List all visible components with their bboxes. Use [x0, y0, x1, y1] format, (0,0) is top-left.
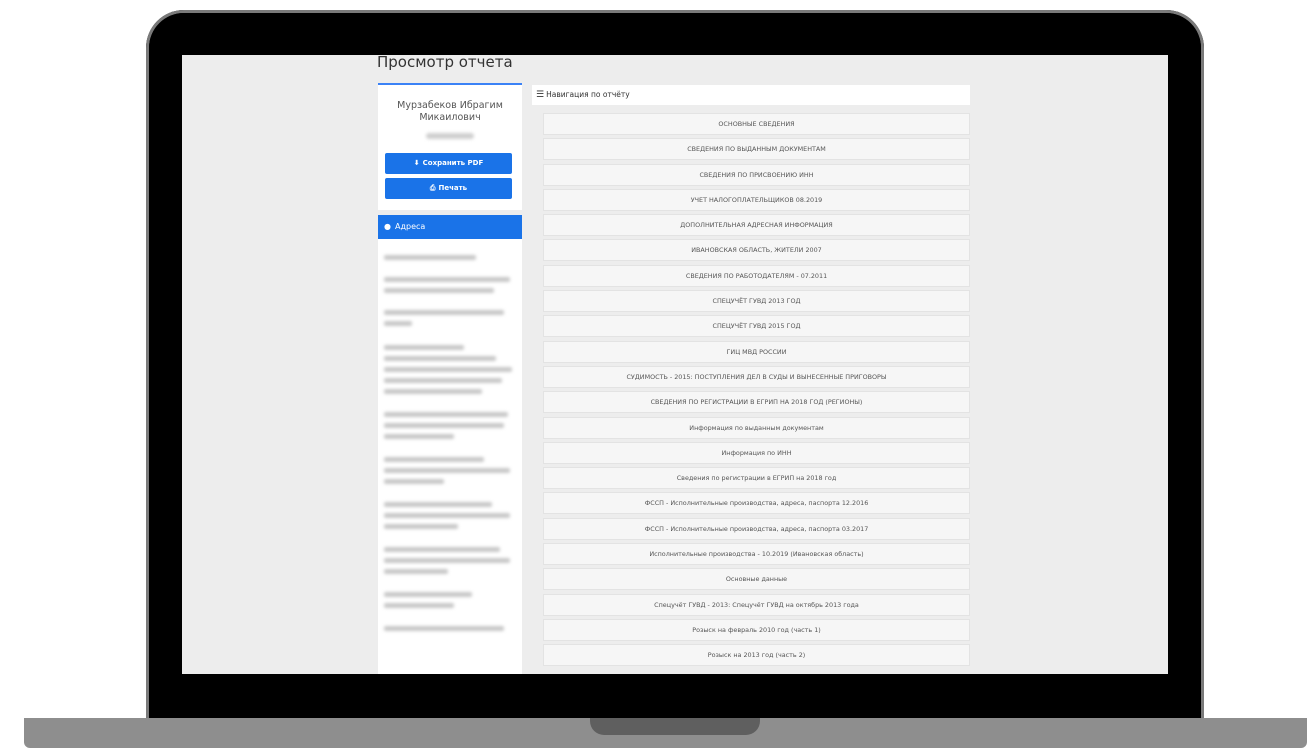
redacted-address — [384, 367, 512, 372]
redacted-address — [384, 255, 476, 260]
nav-item[interactable]: ИВАНОВСКАЯ ОБЛАСТЬ, ЖИТЕЛИ 2007 — [543, 239, 970, 262]
redacted-address — [384, 356, 496, 361]
nav-item[interactable]: СВЕДЕНИЯ ПО РАБОТОДАТЕЛЯМ - 07.2011 — [543, 264, 970, 287]
nav-item[interactable]: Розыск на 2013 год (часть 2) — [543, 644, 970, 667]
nav-item[interactable]: Информация по ИНН — [543, 441, 970, 464]
redacted-address — [384, 288, 494, 293]
print-button[interactable]: ⎙ Печать — [385, 178, 512, 199]
redacted-address — [384, 592, 472, 597]
nav-item[interactable]: СПЕЦУЧЁТ ГУВД 2013 ГОД — [543, 290, 970, 313]
nav-item[interactable]: Розыск на февраль 2010 год (часть 1) — [543, 618, 970, 641]
profile-card: Мурзабеков Ибрагим Микаилович ⬇ Сохранить… — [378, 83, 522, 210]
print-label: Печать — [438, 184, 468, 192]
nav-item[interactable]: СУДИМОСТЬ - 2015: ПОСТУПЛЕНИЯ ДЕЛ В СУДЫ… — [543, 365, 970, 388]
nav-item[interactable]: ФССП - Исполнительные производства, адре… — [543, 517, 970, 540]
redacted-address — [384, 468, 510, 473]
redacted-address — [384, 321, 412, 326]
bars-icon: ☰ — [536, 90, 545, 100]
navigation-header-label: Навигация по отчёту — [546, 90, 630, 99]
redacted-address — [384, 513, 510, 518]
nav-item[interactable]: ГИЦ МВД РОССИИ — [543, 340, 970, 363]
screen: Просмотр отчета Мурзабеков Ибрагим Микаи… — [182, 55, 1168, 674]
redacted-address — [384, 378, 502, 383]
page-title: Просмотр отчета — [377, 55, 513, 71]
redacted-address — [384, 479, 444, 484]
redacted-address — [384, 412, 508, 417]
nav-item[interactable]: СВЕДЕНИЯ ПО ПРИСВОЕНИЮ ИНН — [543, 163, 970, 186]
redacted-address — [384, 423, 504, 428]
nav-item[interactable]: Информация по выданным документам — [543, 416, 970, 439]
redacted-address — [384, 434, 454, 439]
printer-icon: ⎙ — [429, 184, 436, 192]
redacted-address — [384, 310, 504, 315]
nav-item[interactable]: СВЕДЕНИЯ ПО РЕГИСТРАЦИИ В ЕГРИП НА 2018 … — [543, 391, 970, 414]
redacted-address — [384, 524, 458, 529]
redacted-address — [384, 389, 482, 394]
save-pdf-label: Сохранить PDF — [422, 159, 484, 167]
save-pdf-button[interactable]: ⬇ Сохранить PDF — [385, 153, 512, 174]
redacted-birthdate — [426, 133, 474, 139]
redacted-address — [384, 558, 510, 563]
redacted-address — [384, 457, 484, 462]
nav-item[interactable]: Основные данные — [543, 568, 970, 591]
redacted-address — [384, 345, 464, 350]
nav-item[interactable]: Спецучёт ГУВД - 2013: Спецучёт ГУВД на о… — [543, 593, 970, 616]
profile-name: Мурзабеков Ибрагим Микаилович — [397, 100, 503, 123]
nav-item[interactable]: ДОПОЛНИТЕЛЬНАЯ АДРЕСНАЯ ИНФОРМАЦИЯ — [543, 214, 970, 237]
page-margin — [970, 55, 1168, 674]
nav-item[interactable]: СВЕДЕНИЯ ПО ВЫДАННЫМ ДОКУМЕНТАМ — [543, 138, 970, 161]
nav-item[interactable]: УЧЕТ НАЛОГОПЛАТЕЛЬЩИКОВ 08.2019 — [543, 188, 970, 211]
redacted-address — [384, 277, 510, 282]
navigation-list: ОСНОВНЫЕ СВЕДЕНИЯ СВЕДЕНИЯ ПО ВЫДАННЫМ Д… — [543, 113, 970, 670]
nav-item[interactable]: СПЕЦУЧЁТ ГУВД 2015 ГОД — [543, 315, 970, 338]
nav-item[interactable]: ФССП - Исполнительные производства, адре… — [543, 492, 970, 515]
download-icon: ⬇ — [413, 159, 420, 167]
addresses-card: ● Адреса — [378, 215, 522, 674]
redacted-address — [384, 547, 500, 552]
redacted-address — [384, 626, 504, 631]
redacted-address — [384, 603, 454, 608]
nav-item[interactable]: ОСНОВНЫЕ СВЕДЕНИЯ — [543, 113, 970, 135]
navigation-header: ☰ Навигация по отчёту — [532, 85, 970, 105]
addresses-header-label: Адреса — [394, 222, 426, 231]
laptop-notch — [590, 718, 760, 735]
addresses-header[interactable]: ● Адреса — [378, 215, 522, 239]
redacted-address — [384, 502, 492, 507]
redacted-address — [384, 569, 448, 574]
nav-item[interactable]: Исполнительные производства - 10.2019 (И… — [543, 543, 970, 566]
nav-item[interactable]: Сведения по регистрации в ЕГРИП на 2018 … — [543, 467, 970, 490]
map-marker-icon: ● — [384, 222, 391, 231]
